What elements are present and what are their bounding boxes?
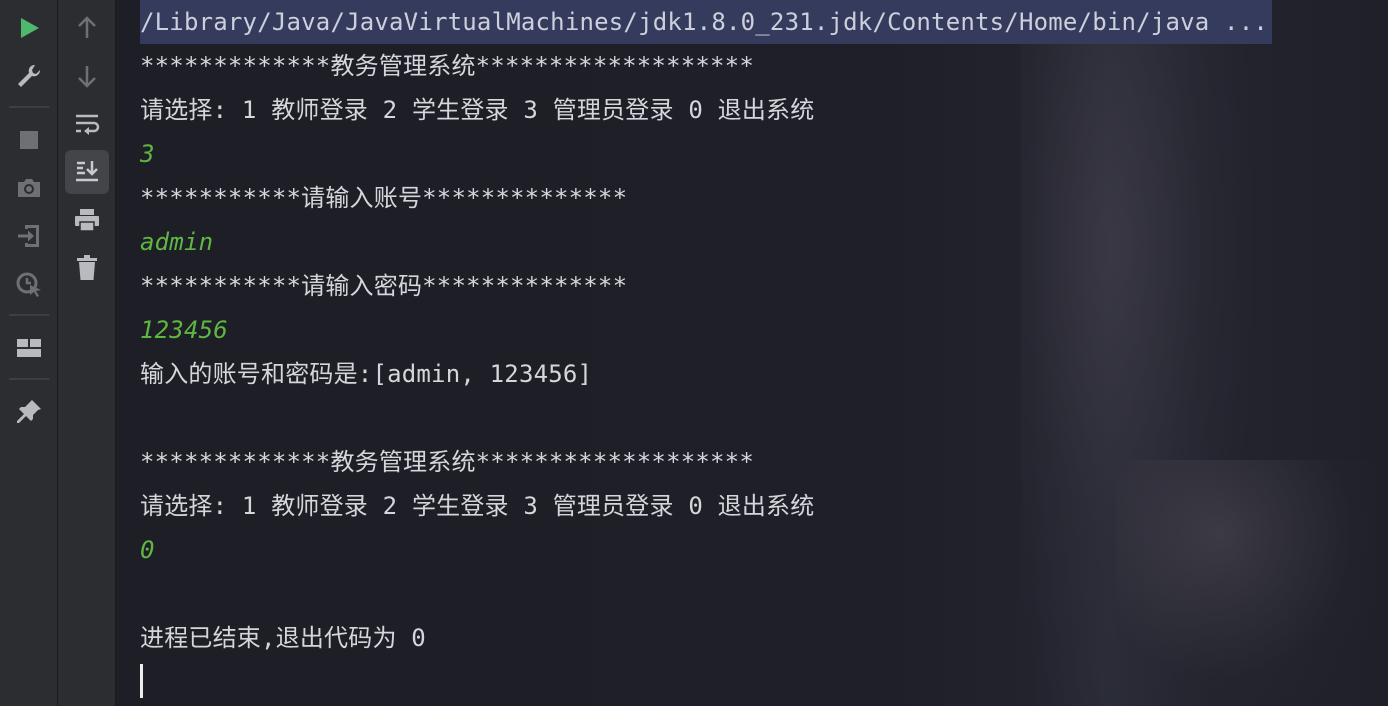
pin-tab-button[interactable] — [7, 390, 51, 434]
stop-button[interactable] — [7, 118, 51, 162]
dump-threads-button[interactable] — [7, 166, 51, 210]
scroll-to-end-button[interactable] — [64, 150, 109, 194]
toolbar-divider — [8, 314, 49, 316]
toolbar-divider — [8, 378, 49, 380]
run-toolbar-secondary — [58, 0, 116, 706]
print-button[interactable] — [65, 198, 109, 242]
console-output[interactable]: /Library/Java/JavaVirtualMachines/jdk1.8… — [116, 0, 1388, 706]
console-lines: /Library/Java/JavaVirtualMachines/jdk1.8… — [140, 0, 1388, 698]
soft-wrap-icon — [73, 111, 101, 137]
clear-all-button[interactable] — [65, 246, 109, 290]
toolbar-divider — [8, 106, 49, 108]
text-caret — [140, 664, 143, 698]
process-exit-line: 进程已结束,退出代码为 0 — [140, 624, 426, 652]
rerun-button[interactable] — [7, 6, 51, 50]
run-icon — [16, 15, 42, 41]
modify-run-config-button[interactable] — [7, 54, 51, 98]
exit-button[interactable] — [7, 214, 51, 258]
console-line: 请选择: 1 教师登录 2 学生登录 3 管理员登录 0 退出系统 — [140, 492, 815, 520]
stop-icon — [18, 129, 40, 151]
up-arrow-icon — [75, 15, 99, 41]
command-line[interactable]: /Library/Java/JavaVirtualMachines/jdk1.8… — [140, 0, 1272, 44]
user-input-line: 3 — [140, 140, 155, 168]
layout-button[interactable] — [7, 326, 51, 370]
build-wrench-icon — [15, 62, 43, 90]
exit-login-icon — [15, 222, 43, 250]
soft-wrap-button[interactable] — [65, 102, 109, 146]
pin-icon — [15, 398, 43, 426]
user-input-line: admin — [140, 228, 214, 256]
camera-icon — [15, 175, 43, 201]
previous-occurrence-button[interactable] — [65, 6, 109, 50]
run-toolbar-primary — [0, 0, 58, 706]
user-input-line: 0 — [140, 536, 155, 564]
trash-icon — [75, 254, 99, 282]
run-tool-window: /Library/Java/JavaVirtualMachines/jdk1.8… — [0, 0, 1388, 706]
layout-icon — [16, 337, 42, 359]
console-line: 输入的账号和密码是:[admin, 123456] — [140, 360, 593, 388]
down-arrow-icon — [75, 63, 99, 89]
scroll-to-end-icon — [73, 158, 101, 186]
console-line: ***********请输入密码************** — [140, 272, 628, 300]
user-input-line: 123456 — [140, 316, 228, 344]
console-line: *************教务管理系统******************* — [140, 448, 754, 476]
profiler-button[interactable] — [7, 262, 51, 306]
history-icon — [15, 270, 43, 298]
console-line: ***********请输入账号************** — [140, 184, 628, 212]
console-line: 请选择: 1 教师登录 2 学生登录 3 管理员登录 0 退出系统 — [140, 96, 815, 124]
next-occurrence-button[interactable] — [65, 54, 109, 98]
console-line: *************教务管理系统******************* — [140, 52, 754, 80]
print-icon — [73, 207, 101, 233]
